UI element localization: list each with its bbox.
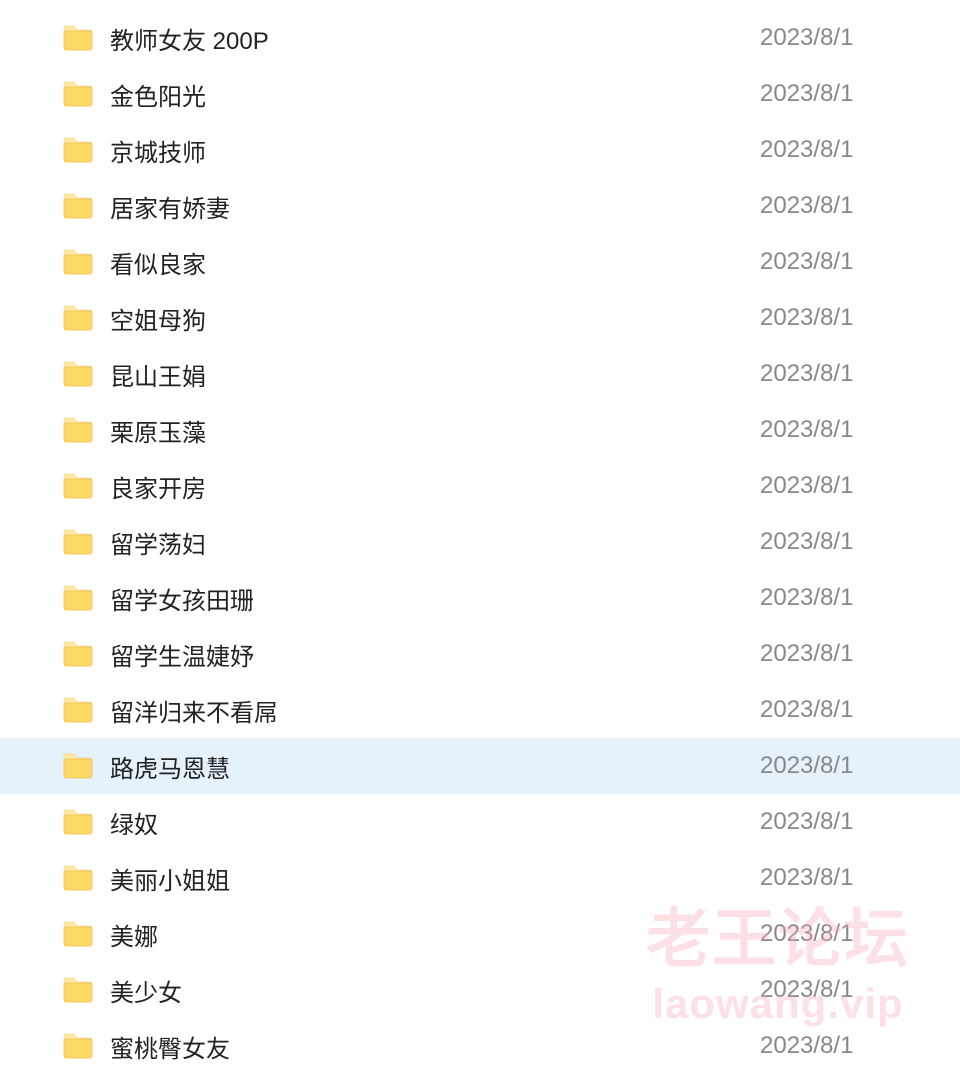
folder-name: 美娜 [110, 917, 760, 952]
folder-icon [62, 528, 94, 556]
folder-icon [62, 1032, 94, 1060]
folder-date: 2023/8/1 [760, 640, 930, 668]
folder-row[interactable]: 留学女孩田珊2023/8/1 [0, 570, 960, 626]
folder-name: 栗原玉藻 [110, 413, 760, 448]
folder-date: 2023/8/1 [760, 696, 930, 724]
folder-icon [62, 304, 94, 332]
folder-row[interactable]: 留学荡妇2023/8/1 [0, 514, 960, 570]
folder-row[interactable]: 美丽小姐姐2023/8/1 [0, 850, 960, 906]
folder-date: 2023/8/1 [760, 24, 930, 52]
folder-date: 2023/8/1 [760, 248, 930, 276]
file-list: 教师女友 200P2023/8/1金色阳光2023/8/1京城技师2023/8/… [0, 0, 960, 1074]
folder-date: 2023/8/1 [760, 136, 930, 164]
folder-date: 2023/8/1 [760, 192, 930, 220]
folder-name: 良家开房 [110, 469, 760, 504]
folder-row[interactable]: 居家有娇妻2023/8/1 [0, 178, 960, 234]
folder-name: 美少女 [110, 973, 760, 1008]
folder-date: 2023/8/1 [760, 528, 930, 556]
folder-name: 金色阳光 [110, 77, 760, 112]
folder-name: 昆山王娟 [110, 357, 760, 392]
folder-icon [62, 192, 94, 220]
folder-date: 2023/8/1 [760, 304, 930, 332]
folder-name: 留洋归来不看屌 [110, 693, 760, 728]
folder-row[interactable]: 教师女友 200P2023/8/1 [0, 10, 960, 66]
folder-date: 2023/8/1 [760, 976, 930, 1004]
folder-row[interactable]: 金色阳光2023/8/1 [0, 66, 960, 122]
folder-name: 留学女孩田珊 [110, 581, 760, 616]
folder-name: 空姐母狗 [110, 301, 760, 336]
folder-row[interactable]: 良家开房2023/8/1 [0, 458, 960, 514]
folder-row[interactable]: 昆山王娟2023/8/1 [0, 346, 960, 402]
folder-icon [62, 808, 94, 836]
folder-name: 看似良家 [110, 245, 760, 280]
folder-icon [62, 696, 94, 724]
folder-icon [62, 920, 94, 948]
folder-name: 路虎马恩慧 [110, 749, 760, 784]
folder-row[interactable]: 美少女2023/8/1 [0, 962, 960, 1018]
folder-icon [62, 640, 94, 668]
folder-date: 2023/8/1 [760, 864, 930, 892]
folder-name: 绿奴 [110, 805, 760, 840]
folder-name: 居家有娇妻 [110, 189, 760, 224]
folder-icon [62, 24, 94, 52]
folder-date: 2023/8/1 [760, 472, 930, 500]
folder-row[interactable]: 路虎马恩慧2023/8/1 [0, 738, 960, 794]
folder-date: 2023/8/1 [760, 584, 930, 612]
folder-icon [62, 360, 94, 388]
folder-name: 留学荡妇 [110, 525, 760, 560]
folder-icon [62, 752, 94, 780]
folder-name: 京城技师 [110, 133, 760, 168]
folder-row[interactable]: 留洋归来不看屌2023/8/1 [0, 682, 960, 738]
folder-date: 2023/8/1 [760, 920, 930, 948]
folder-icon [62, 864, 94, 892]
folder-row[interactable]: 美娜2023/8/1 [0, 906, 960, 962]
folder-icon [62, 248, 94, 276]
folder-row[interactable]: 京城技师2023/8/1 [0, 122, 960, 178]
folder-icon [62, 136, 94, 164]
folder-icon [62, 976, 94, 1004]
folder-name: 教师女友 200P [110, 21, 760, 56]
folder-row[interactable]: 绿奴2023/8/1 [0, 794, 960, 850]
folder-date: 2023/8/1 [760, 360, 930, 388]
folder-icon [62, 80, 94, 108]
folder-icon [62, 472, 94, 500]
folder-date: 2023/8/1 [760, 416, 930, 444]
folder-date: 2023/8/1 [760, 80, 930, 108]
folder-name: 蜜桃臀女友 [110, 1029, 760, 1064]
folder-name: 美丽小姐姐 [110, 861, 760, 896]
folder-row[interactable]: 留学生温婕妤2023/8/1 [0, 626, 960, 682]
folder-date: 2023/8/1 [760, 752, 930, 780]
folder-row[interactable]: 栗原玉藻2023/8/1 [0, 402, 960, 458]
folder-name: 留学生温婕妤 [110, 637, 760, 672]
folder-icon [62, 584, 94, 612]
folder-icon [62, 416, 94, 444]
folder-date: 2023/8/1 [760, 1032, 930, 1060]
folder-row[interactable]: 蜜桃臀女友2023/8/1 [0, 1018, 960, 1074]
folder-row[interactable]: 空姐母狗2023/8/1 [0, 290, 960, 346]
folder-date: 2023/8/1 [760, 808, 930, 836]
folder-row[interactable]: 看似良家2023/8/1 [0, 234, 960, 290]
